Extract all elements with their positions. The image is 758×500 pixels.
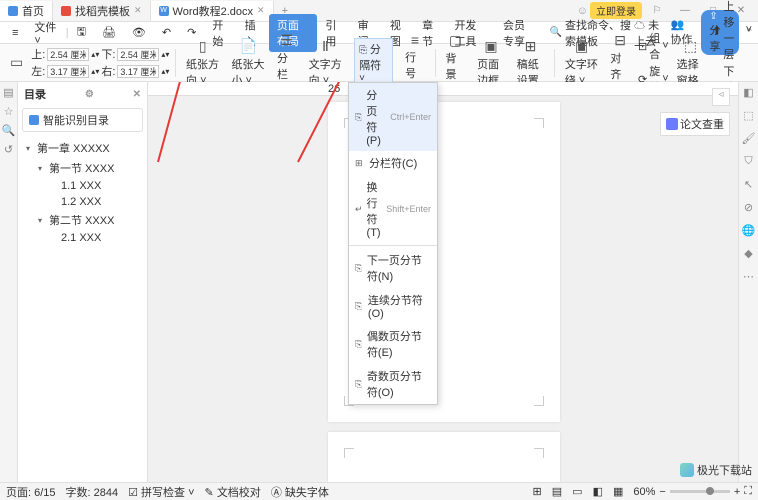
- page-counter[interactable]: 页面: 6/15: [6, 484, 56, 500]
- dropdown-item[interactable]: ⎘分页符(P)Ctrl+Enter: [349, 83, 437, 151]
- style-pane-icon[interactable]: ◧: [743, 86, 753, 99]
- protect-icon[interactable]: ⛉: [744, 155, 752, 168]
- statusbar: 页面: 6/15 字数: 2844 ☑ 拼写检查 ˅ ✎ 文档校对 Ⓐ 缺失字体…: [0, 482, 758, 500]
- selection-pane-button[interactable]: ⬚选择窗格: [673, 38, 709, 88]
- outline-item[interactable]: ▾第一章 XXXXX: [20, 138, 145, 158]
- document-canvas[interactable]: 26283032: [148, 82, 738, 482]
- zoom-out-icon[interactable]: −: [659, 486, 665, 498]
- zoom-in-icon[interactable]: +: [734, 486, 740, 498]
- outline-item[interactable]: ▾第二节 XXXX: [20, 210, 145, 230]
- translate-icon[interactable]: 🌐: [742, 224, 756, 237]
- bring-forward-button[interactable]: ⬆ 上移一层 ˅: [712, 0, 752, 62]
- spellcheck-status[interactable]: ☑ 拼写检查 ˅: [128, 484, 194, 500]
- left-activity-bar: ▤ ☆ 🔍 ↺: [0, 82, 18, 482]
- watermark: 极光下载站: [680, 462, 752, 478]
- margin-right-input[interactable]: [117, 65, 159, 78]
- outline-item[interactable]: 1.1 XXX: [20, 178, 145, 194]
- breaks-button[interactable]: ⎘ 分隔符 ˅: [350, 38, 397, 87]
- page-2[interactable]: [328, 432, 560, 482]
- view-mode-outline-icon[interactable]: ◧: [593, 485, 603, 498]
- text-wrap-button[interactable]: ▣文字环绕 ˅: [561, 38, 602, 88]
- proofing-status[interactable]: ✎ 文档校对: [205, 484, 261, 500]
- zoom-fit-icon[interactable]: ⛶: [744, 485, 752, 498]
- outline-tree: ▾第一章 XXXXX▾第一节 XXXX1.1 XXX1.2 XXX▾第二节 XX…: [18, 134, 147, 250]
- dropdown-item[interactable]: ⎘奇数页分节符(O): [349, 364, 437, 404]
- thesis-check-button[interactable]: 论文查重: [660, 112, 730, 136]
- margin-bottom-input[interactable]: [117, 48, 159, 61]
- margins-presets[interactable]: ▭: [6, 54, 27, 71]
- orientation-button[interactable]: ▯纸张方向 ˅: [182, 38, 223, 88]
- bookmark-tab-icon[interactable]: ☆: [4, 105, 14, 118]
- qat-undo[interactable]: ↶: [154, 23, 179, 42]
- outline-close-icon[interactable]: ✕: [133, 89, 141, 100]
- view-mode-draft-icon[interactable]: ▦: [613, 485, 623, 498]
- more-icon[interactable]: ⋯: [743, 270, 754, 283]
- history-tab-icon[interactable]: ↺: [4, 143, 13, 156]
- right-activity-bar: ◧ ⬚ 🖌 ⛉ ↖ ⊘ 🌐 ◆ ⋯: [738, 82, 758, 482]
- qat-print[interactable]: 🖨: [94, 23, 124, 42]
- tab-template[interactable]: 找稻壳模板✕: [53, 1, 151, 21]
- dropdown-item[interactable]: ⎘偶数页分节符(E): [349, 324, 437, 364]
- breaks-dropdown: ⎘分页符(P)Ctrl+Enter⊞分栏符(C)↵换行符(T)Shift+Ent…: [348, 82, 438, 405]
- dropdown-item[interactable]: ⊞分栏符(C): [349, 151, 437, 175]
- outline-settings-icon[interactable]: ⚙: [85, 89, 94, 100]
- qat-save[interactable]: 🖫: [69, 20, 94, 45]
- page-border-button[interactable]: ▣页面边框: [473, 38, 509, 88]
- dropdown-item[interactable]: ↵换行符(T)Shift+Enter: [349, 175, 437, 243]
- limit-icon[interactable]: ⊘: [744, 201, 753, 214]
- view-mode-print-icon[interactable]: ▤: [552, 485, 562, 498]
- dropdown-item[interactable]: ⎘下一页分节符(N): [349, 248, 437, 288]
- margin-top-input[interactable]: [47, 48, 89, 61]
- smart-toc-button[interactable]: 智能识别目录: [22, 108, 143, 132]
- missing-font-status[interactable]: Ⓐ 缺失字体: [271, 484, 329, 500]
- shapes-icon[interactable]: ◆: [744, 247, 752, 260]
- search-tab-icon[interactable]: 🔍: [2, 124, 16, 137]
- combine-button[interactable]: ⊡ 组合 ˅: [638, 30, 669, 62]
- dropdown-item[interactable]: ⎘连续分节符(O): [349, 288, 437, 324]
- pointer-icon[interactable]: ↖: [744, 178, 753, 191]
- menu-app[interactable]: ≡: [4, 24, 26, 42]
- view-mode-web-icon[interactable]: ⊞: [533, 485, 542, 498]
- ribbon-layout: ▭ 上:▴▾下:▴▾ 左:▴▾右:▴▾ ▯纸张方向 ˅ 📄纸张大小 ˅ ☰分栏 …: [0, 44, 758, 82]
- view-mode-read-icon[interactable]: ▭: [572, 485, 582, 498]
- zoom-control[interactable]: 60% − + ⛶: [633, 485, 752, 498]
- margins-spinners: 上:▴▾下:▴▾ 左:▴▾右:▴▾: [31, 46, 169, 79]
- user-icon[interactable]: ☺: [577, 5, 588, 17]
- manuscript-button[interactable]: ⊞稿纸设置: [513, 38, 549, 88]
- paint-icon[interactable]: 🖌: [742, 132, 756, 145]
- collapse-side-icon[interactable]: ◃: [712, 88, 730, 106]
- margin-left-input[interactable]: [47, 65, 89, 78]
- close-icon[interactable]: ✕: [134, 5, 142, 16]
- paper-size-button[interactable]: 📄纸张大小 ˅: [228, 38, 269, 88]
- outline-item[interactable]: ▾第一节 XXXX: [20, 158, 145, 178]
- word-counter[interactable]: 字数: 2844: [66, 484, 119, 500]
- horizontal-ruler[interactable]: 26283032: [148, 82, 738, 96]
- qat-preview[interactable]: 👁: [124, 23, 154, 42]
- outline-tab-icon[interactable]: ▤: [3, 86, 13, 99]
- outline-panel: 目录 ⚙ ✕ 智能识别目录 ▾第一章 XXXXX▾第一节 XXXX1.1 XXX…: [18, 82, 148, 482]
- outline-item[interactable]: 2.1 XXX: [20, 230, 145, 246]
- menu-file[interactable]: 文件 ˅: [26, 16, 65, 50]
- text-direction-button[interactable]: Ⅱ文字方向 ˅: [305, 38, 346, 88]
- select-pane-icon[interactable]: ⬚: [743, 109, 753, 122]
- outline-item[interactable]: 1.2 XXX: [20, 194, 145, 210]
- outline-header: 目录 ⚙ ✕: [18, 82, 147, 106]
